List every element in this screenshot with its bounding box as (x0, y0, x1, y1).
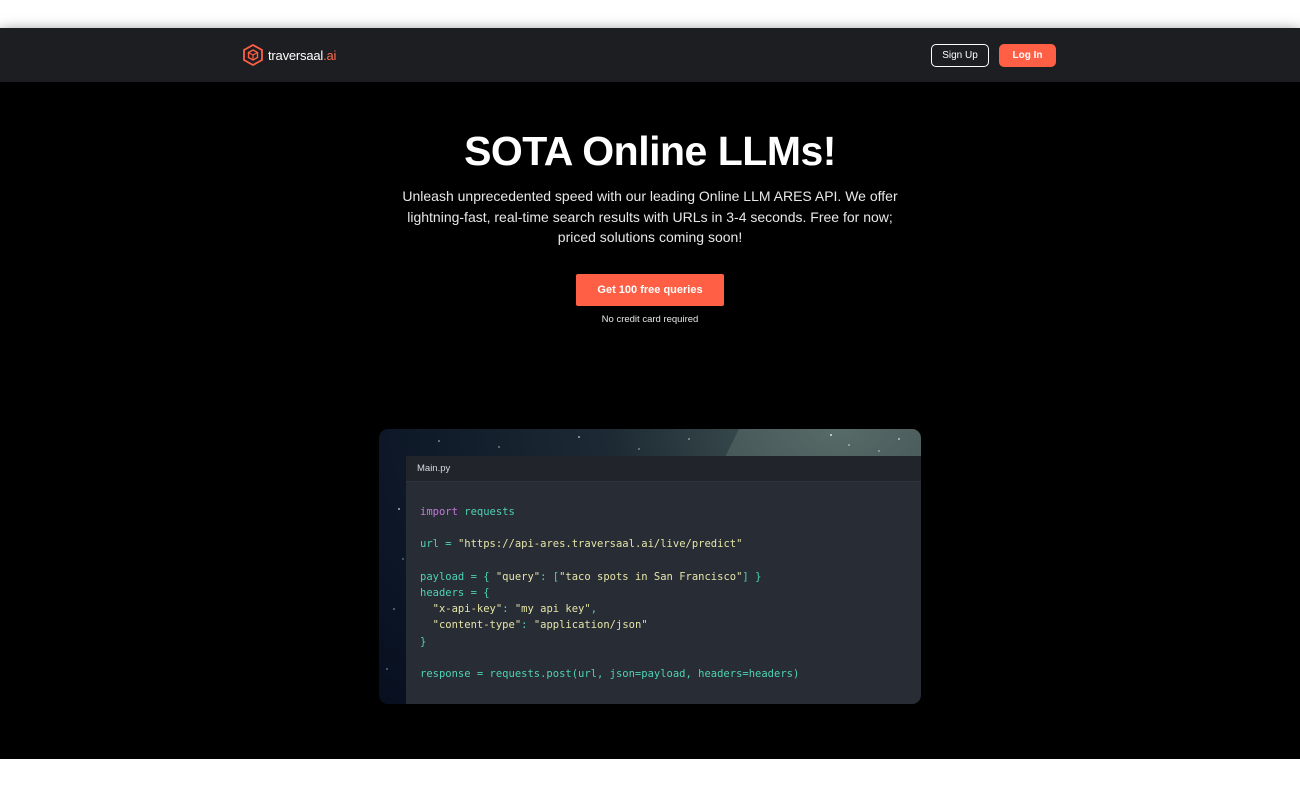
brand-logo[interactable]: traversaal.ai (243, 44, 336, 66)
code-block: import requests url = "https://api-ares.… (420, 504, 799, 682)
code-text: : (502, 603, 515, 616)
code-text: url = (420, 538, 458, 551)
cta-note: No credit card required (601, 314, 699, 325)
brand-name-accent: .ai (323, 47, 337, 63)
code-text: payload = { (420, 570, 496, 583)
code-string: "my api key" (514, 603, 591, 616)
log-in-button[interactable]: Log In (999, 44, 1056, 67)
code-text: } (420, 635, 427, 648)
get-free-queries-button[interactable]: Get 100 free queries (576, 274, 724, 306)
hexagon-cube-logo-icon (243, 44, 263, 66)
code-sample-card: Main.py import requests url = "https://a… (379, 429, 921, 704)
hero-subtitle: Unleash unprecedented speed with our lea… (402, 188, 898, 245)
code-text: : (521, 619, 534, 632)
code-text: requests (457, 506, 515, 518)
editor-tab-bar: Main.py (406, 456, 921, 482)
code-text: : [ (540, 570, 560, 583)
sign-up-button[interactable]: Sign Up (931, 44, 989, 67)
tab-main-py[interactable]: Main.py (417, 463, 450, 474)
code-string: "application/json" (533, 619, 648, 632)
code-string: "x-api-key" (420, 603, 503, 616)
code-text: , (590, 603, 598, 616)
code-text: headers = { (420, 587, 490, 600)
code-string: "https://api-ares.traversaal.ai/live/pre… (457, 538, 743, 551)
code-editor: Main.py import requests url = "https://a… (406, 456, 921, 704)
code-keyword: import (420, 506, 458, 518)
code-string: "content-type" (420, 619, 522, 632)
hero-title: SOTA Online LLMs! (464, 128, 836, 174)
brand-name: traversaal.ai (268, 47, 337, 63)
code-text: ] } (742, 570, 762, 583)
code-string: "query" (495, 570, 541, 583)
top-navbar: traversaal.ai Sign Up Log In (0, 28, 1300, 82)
code-text: response = requests.post(url, json=paylo… (420, 668, 800, 681)
code-string: "taco spots in San Francisco" (559, 570, 743, 583)
landing-page: traversaal.ai Sign Up Log In SOTA Online… (0, 28, 1300, 759)
